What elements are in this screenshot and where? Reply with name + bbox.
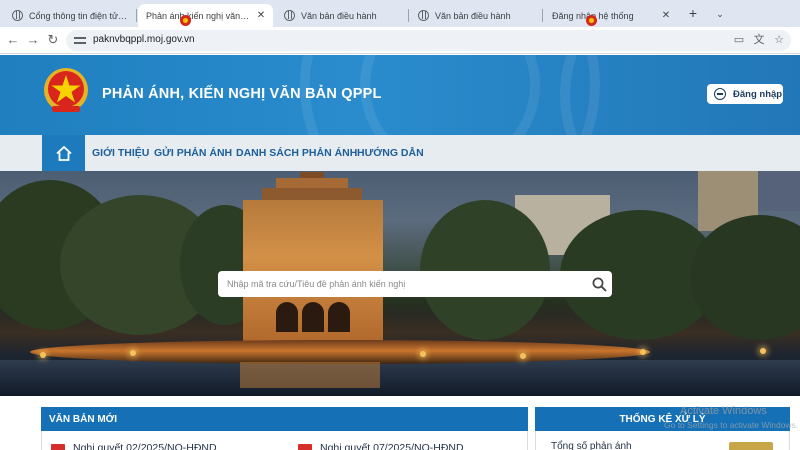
nav-item-gioi-thieu[interactable]: GIỚI THIỆU <box>92 147 149 159</box>
browser-tab-3[interactable]: Văn bản điều hành <box>276 4 406 27</box>
tab-separator <box>542 9 543 22</box>
document-link[interactable]: Nghị quyết 02/2025/NQ-HĐND <box>51 442 217 450</box>
lamp-light <box>640 349 646 355</box>
emblem-icon <box>180 15 191 26</box>
emblem-icon <box>586 15 597 26</box>
nav-item-huong-dan[interactable]: HƯỚNG DẪN <box>357 147 424 159</box>
document-title: Nghị quyết 02/2025/NQ-HĐND <box>73 442 217 450</box>
browser-tab-5[interactable]: Đăng nhập hệ thống ✕ <box>544 4 678 27</box>
lamp-light <box>130 350 136 356</box>
back-icon[interactable]: ← <box>4 31 22 49</box>
tab-label: Cổng thông tin điện tử Bộ T <box>29 10 128 21</box>
home-button[interactable] <box>42 135 85 171</box>
drum-pattern <box>360 55 540 135</box>
translate-icon[interactable]: 文 <box>751 32 767 48</box>
pdf-icon <box>51 443 65 450</box>
tree-canopy <box>420 200 550 340</box>
new-tab-button[interactable]: + <box>683 5 703 23</box>
tower-reflection <box>240 362 380 388</box>
lamp-light <box>420 351 426 357</box>
search-box <box>218 271 612 297</box>
lake-reflection <box>0 360 800 396</box>
globe-icon <box>418 10 429 21</box>
site-info-icon[interactable] <box>74 35 86 46</box>
cast-icon[interactable]: ▭ <box>731 32 747 48</box>
close-icon[interactable]: ✕ <box>660 10 672 21</box>
browser-tab-1[interactable]: Cổng thông tin điện tử Bộ T <box>4 4 134 27</box>
globe-icon <box>12 10 23 21</box>
home-icon <box>55 145 72 161</box>
new-documents-panel-title: VĂN BẢN MỚI <box>41 407 528 431</box>
pdf-icon <box>298 443 312 450</box>
browser-tab-strip: Cổng thông tin điện tử Bộ T Phản ánh kiế… <box>0 0 800 27</box>
browser-toolbar: ← → ↻ paknvbqppl.moj.gov.vn ▭ 文 ☆ <box>0 27 800 54</box>
nav-item-danh-sach-phan-anh[interactable]: DANH SÁCH PHẢN ÁNH <box>236 147 357 159</box>
url-text[interactable]: paknvbqppl.moj.gov.vn <box>93 34 195 45</box>
total-reports-label: Tổng số phản ánh <box>551 441 632 450</box>
lamp-light <box>40 352 46 358</box>
nav-item-gui-phan-anh[interactable]: GỬI PHẢN ÁNH <box>154 147 232 159</box>
site-title[interactable]: PHẢN ÁNH, KIẾN NGHỊ VĂN BẢN QPPL <box>102 86 382 102</box>
tab-label: Văn bản điều hành <box>301 10 377 21</box>
tab-search-button[interactable]: ⌄ <box>710 5 730 23</box>
tab-label: Văn bản điều hành <box>435 10 511 21</box>
tab-label: Phản ánh kiến nghị văn bản <box>146 10 251 21</box>
total-reports-badge <box>729 442 773 450</box>
lamp-light <box>760 348 766 354</box>
search-icon[interactable] <box>586 271 612 297</box>
login-label: Đăng nhập <box>733 88 783 100</box>
tab-separator <box>408 9 409 22</box>
tower-island <box>30 340 650 364</box>
document-title: Nghị quyết 07/2025/NQ-HĐND <box>320 442 464 450</box>
browser-tab-2[interactable]: Phản ánh kiến nghị văn bản ✕ <box>138 4 273 27</box>
tab-label: Đăng nhập hệ thống <box>552 10 634 21</box>
windows-watermark: Activate Windows <box>680 405 767 417</box>
login-icon <box>714 88 726 100</box>
reload-icon[interactable]: ↻ <box>44 31 62 49</box>
tower-arch <box>276 302 298 332</box>
bookmark-star-icon[interactable]: ☆ <box>771 32 787 48</box>
login-button[interactable]: Đăng nhập <box>707 84 783 104</box>
browser-tab-4[interactable]: Văn bản điều hành <box>410 4 540 27</box>
search-input[interactable] <box>218 272 586 296</box>
close-icon[interactable]: ✕ <box>255 10 267 21</box>
tower-arch <box>302 302 324 332</box>
site-header: PHẢN ÁNH, KIẾN NGHỊ VĂN BẢN QPPL Đăng nh… <box>0 55 800 135</box>
tab-separator <box>136 9 137 22</box>
national-emblem-icon[interactable] <box>42 66 90 116</box>
main-nav: GIỚI THIỆU GỬI PHẢN ÁNH DANH SÁCH PHẢN Á… <box>0 135 800 171</box>
lamp-light <box>520 353 526 359</box>
windows-watermark-subtext: Go to Settings to activate Windows. <box>664 420 799 430</box>
tower-arch <box>328 302 350 332</box>
background-building <box>758 171 800 211</box>
document-link[interactable]: Nghị quyết 07/2025/NQ-HĐND <box>298 442 464 450</box>
forward-icon[interactable]: → <box>24 31 42 49</box>
globe-icon <box>284 10 295 21</box>
